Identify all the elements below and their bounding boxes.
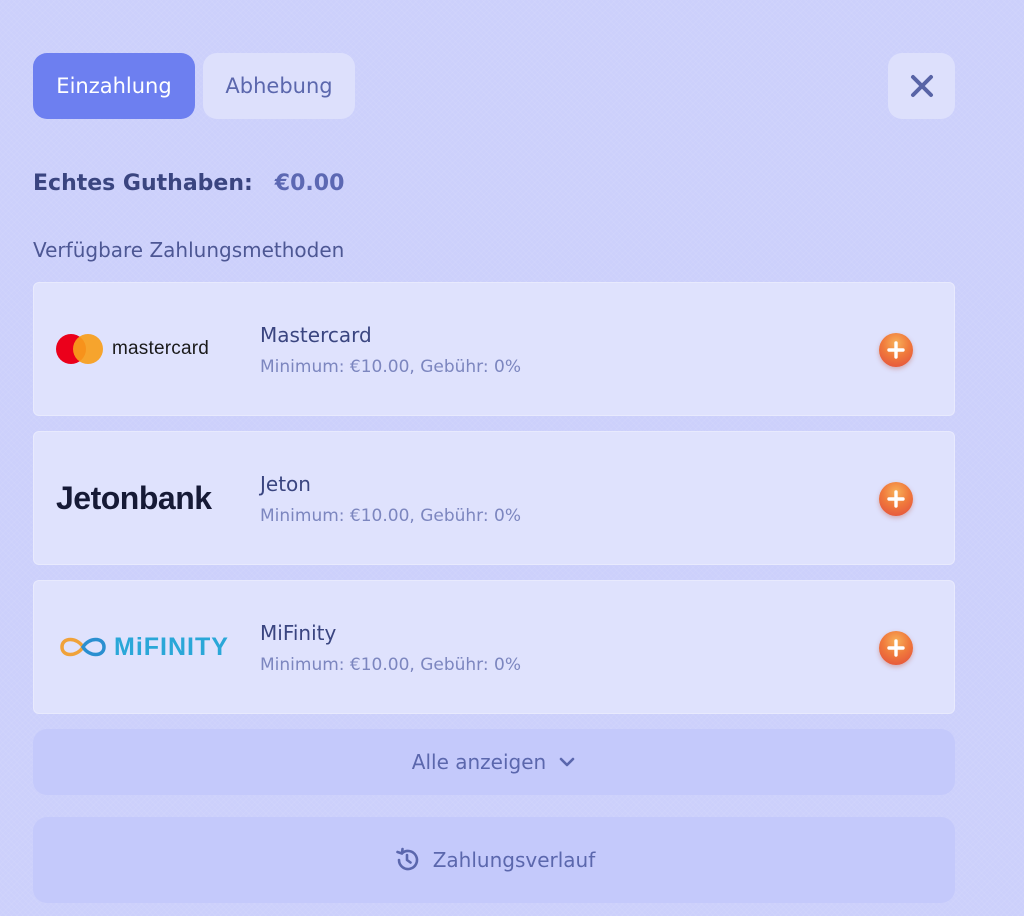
tab-einzahlung[interactable]: Einzahlung (33, 53, 195, 119)
payment-method-mifinity[interactable]: MiFINITY MiFinity Minimum: €10.00, Gebüh… (33, 580, 955, 714)
jetonbank-logo-text: Jetonbank (56, 479, 212, 516)
close-icon (910, 75, 933, 97)
payment-history-label: Zahlungsverlauf (432, 848, 596, 872)
mastercard-logo-text: mastercard (112, 338, 210, 359)
method-name: MiFinity (260, 621, 337, 645)
plus-icon (887, 639, 905, 657)
show-all-button[interactable]: Alle anzeigen (33, 729, 955, 795)
mastercard-circles-icon (56, 334, 104, 364)
tab-abhebung[interactable]: Abhebung (203, 53, 355, 119)
methods-heading: Verfügbare Zahlungsmethoden (33, 238, 345, 262)
show-all-label: Alle anzeigen (411, 750, 547, 774)
payment-method-jeton[interactable]: Jetonbank Jeton Minimum: €10.00, Gebühr:… (33, 431, 955, 565)
jetonbank-logo: Jetonbank (56, 432, 246, 564)
add-mastercard-button[interactable] (879, 333, 913, 367)
balance-row: Echtes Guthaben: €0.00 (33, 167, 344, 199)
method-info: Minimum: €10.00, Gebühr: 0% (260, 655, 521, 675)
infinity-icon (60, 637, 106, 657)
payment-history-button[interactable]: Zahlungsverlauf (33, 817, 955, 903)
balance-label: Echtes Guthaben: (33, 170, 253, 196)
mifinity-logo: MiFINITY (56, 581, 246, 713)
plus-icon (887, 341, 905, 359)
close-button[interactable] (888, 53, 955, 119)
add-jeton-button[interactable] (879, 482, 913, 516)
payment-method-mastercard[interactable]: mastercard Mastercard Minimum: €10.00, G… (33, 282, 955, 416)
history-icon (395, 847, 418, 871)
mifinity-logo-text: MiFINITY (114, 632, 229, 661)
add-mifinity-button[interactable] (879, 631, 913, 665)
balance-value: €0.00 (274, 170, 345, 196)
chevron-down-icon (559, 757, 575, 767)
mastercard-logo: mastercard (56, 283, 246, 415)
method-info: Minimum: €10.00, Gebühr: 0% (260, 506, 521, 526)
plus-icon (887, 490, 905, 508)
method-name: Jeton (260, 472, 311, 496)
method-info: Minimum: €10.00, Gebühr: 0% (260, 357, 521, 377)
method-name: Mastercard (260, 323, 372, 347)
